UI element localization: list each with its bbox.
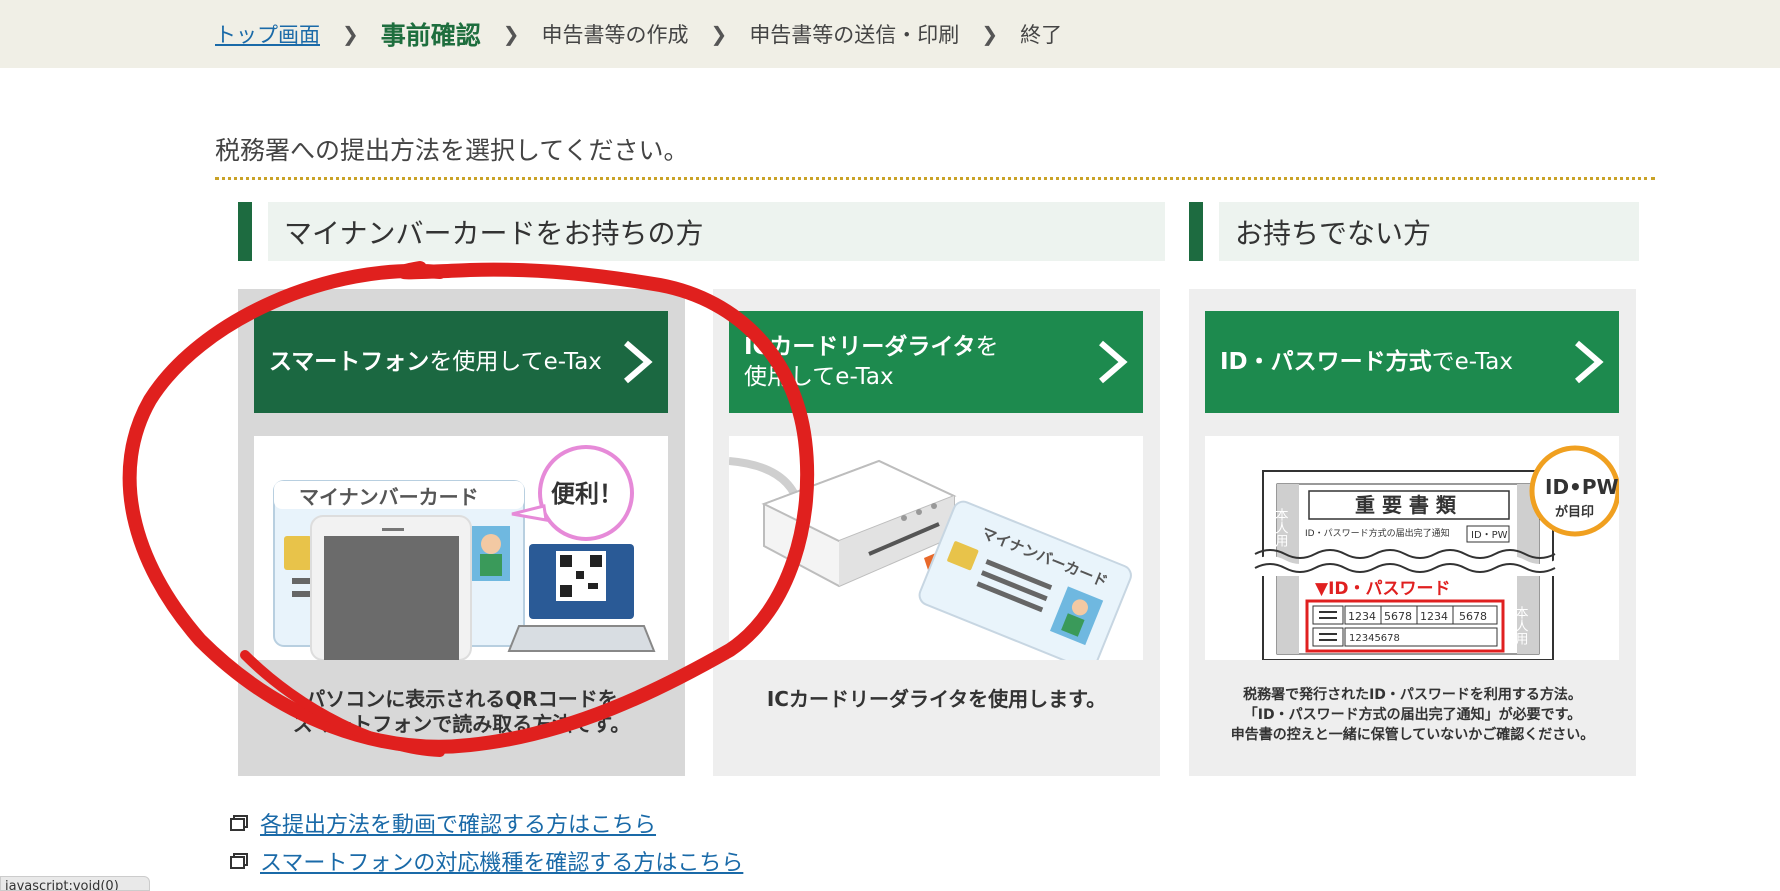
section-header-without-card: お持ちでない方 (1189, 202, 1639, 261)
cell-text: 1234 (1420, 610, 1448, 623)
button-label-bold: ICカードリーダライタ (744, 334, 976, 360)
video-link-row: 各提出方法を動画で確認する方はこちら (230, 807, 656, 839)
new-window-icon (230, 853, 248, 869)
progress-bar: トップ画面 ❯ 事前確認 ❯ 申告書等の作成 ❯ 申告書等の送信・印刷 ❯ 終了 (0, 0, 1780, 68)
button-label-bold: ID・パスワード方式 (1220, 349, 1432, 375)
number-text: 12345678 (1349, 633, 1400, 644)
id-pw-box-text: ID・PW (1471, 530, 1508, 541)
divider (215, 177, 1655, 180)
smartphone-etax-button[interactable]: スマートフォンを使用してe-Tax (254, 311, 668, 413)
section-accent (1189, 202, 1203, 261)
description-line: 申告書の控えと一緒に保管していないかご確認ください。 (1230, 727, 1595, 743)
option-card-smartphone[interactable]: スマートフォンを使用してe-Tax マイナンバーカード 便利！ パソコンに表示さ… (238, 289, 685, 776)
section-title: マイナンバーカードをお持ちの方 (268, 202, 1165, 261)
section-header-with-card: マイナンバーカードをお持ちの方 (238, 202, 1165, 261)
chevron-right-icon (1099, 340, 1128, 384)
chevron-right-icon: ❯ (342, 22, 359, 46)
card-title-text: マイナンバーカード (299, 485, 479, 509)
section-title: お持ちでない方 (1219, 202, 1639, 261)
description-line: 税務署で発行されたID・パスワードを利用する方法。 (1243, 687, 1582, 703)
description-line: 「ID・パスワード方式の届出完了通知」が必要です。 (1243, 707, 1582, 723)
option-card-ic-reader[interactable]: ICカードリーダライタを 使用してe-Tax マイナンバーカード ICカードリー… (713, 289, 1160, 776)
section-label-text: ▼ID・パスワード (1315, 579, 1451, 599)
button-label: を (975, 334, 999, 360)
description-line: パソコンに表示されるQRコードを (305, 687, 618, 711)
breadcrumb-step: 申告書等の作成 (541, 23, 689, 47)
cell-text: 5678 (1384, 610, 1412, 623)
chevron-right-icon: ❯ (710, 22, 728, 46)
breadcrumb-step: 申告書等の送信・印刷 (749, 23, 960, 47)
section-accent (238, 202, 252, 261)
smartphone-link-row: スマートフォンの対応機種を確認する方はこちら (230, 845, 743, 877)
document-subtitle-text: ID・パスワード方式の届出完了通知 (1305, 527, 1450, 539)
chevron-right-icon (624, 340, 653, 384)
new-window-icon (230, 815, 248, 831)
id-password-etax-button[interactable]: ID・パスワード方式でe-Tax (1205, 311, 1619, 413)
breadcrumb-top-link[interactable]: トップ画面 (215, 19, 320, 49)
option-description: パソコンに表示されるQRコードを スマートフォンで読み取る方法です。 (248, 687, 675, 737)
smartphone-illustration: マイナンバーカード 便利！ (254, 436, 668, 660)
option-card-id-password[interactable]: ID・パスワード方式でe-Tax 本人用 本人用 重 要 書 類 ID・パスワー… (1189, 289, 1636, 776)
ic-reader-etax-button[interactable]: ICカードリーダライタを 使用してe-Tax (729, 311, 1143, 413)
option-description: 税務署で発行されたID・パスワードを利用する方法。 「ID・パスワード方式の届出… (1199, 685, 1626, 745)
option-description: ICカードリーダライタを使用します。 (723, 687, 1150, 712)
button-label-bold: スマートフォン (269, 349, 430, 375)
id-password-illustration: 本人用 本人用 重 要 書 類 ID・パスワード方式の届出完了通知 ID・PW … (1205, 436, 1619, 660)
chevron-right-icon: ❯ (981, 22, 999, 46)
document-title-text: 重 要 書 類 (1355, 493, 1457, 517)
badge-text: が目印 (1555, 504, 1594, 520)
cell-text: 5678 (1459, 610, 1487, 623)
bubble-text: 便利！ (551, 480, 623, 508)
chevron-right-icon: ❯ (502, 22, 520, 46)
description-line: スマートフォンで読み取る方法です。 (292, 712, 631, 736)
breadcrumb-step: 終了 (1020, 23, 1063, 47)
chevron-right-icon (1575, 340, 1604, 384)
page-instruction: 税務署への提出方法を選択してください。 (215, 136, 689, 165)
smartphone-models-link[interactable]: スマートフォンの対応機種を確認する方はこちら (260, 845, 743, 877)
breadcrumb: トップ画面 ❯ 事前確認 ❯ 申告書等の作成 ❯ 申告書等の送信・印刷 ❯ 終了 (215, 0, 1062, 68)
description-line: ICカードリーダライタを使用します。 (766, 687, 1107, 711)
badge-text: ID•PW (1545, 475, 1619, 499)
button-label: でe-Tax (1431, 349, 1513, 375)
cell-text: 1234 (1348, 610, 1376, 623)
video-guide-link[interactable]: 各提出方法を動画で確認する方はこちら (260, 807, 656, 839)
side-label: 本人用 (1273, 508, 1289, 548)
browser-status-bar: javascript:void(0) (0, 876, 150, 891)
ic-reader-illustration: マイナンバーカード (729, 436, 1143, 660)
breadcrumb-current-step: 事前確認 (380, 21, 481, 50)
button-label: を使用してe-Tax (429, 349, 602, 375)
side-label: 本人用 (1513, 606, 1529, 646)
button-label: 使用してe-Tax (744, 364, 894, 390)
